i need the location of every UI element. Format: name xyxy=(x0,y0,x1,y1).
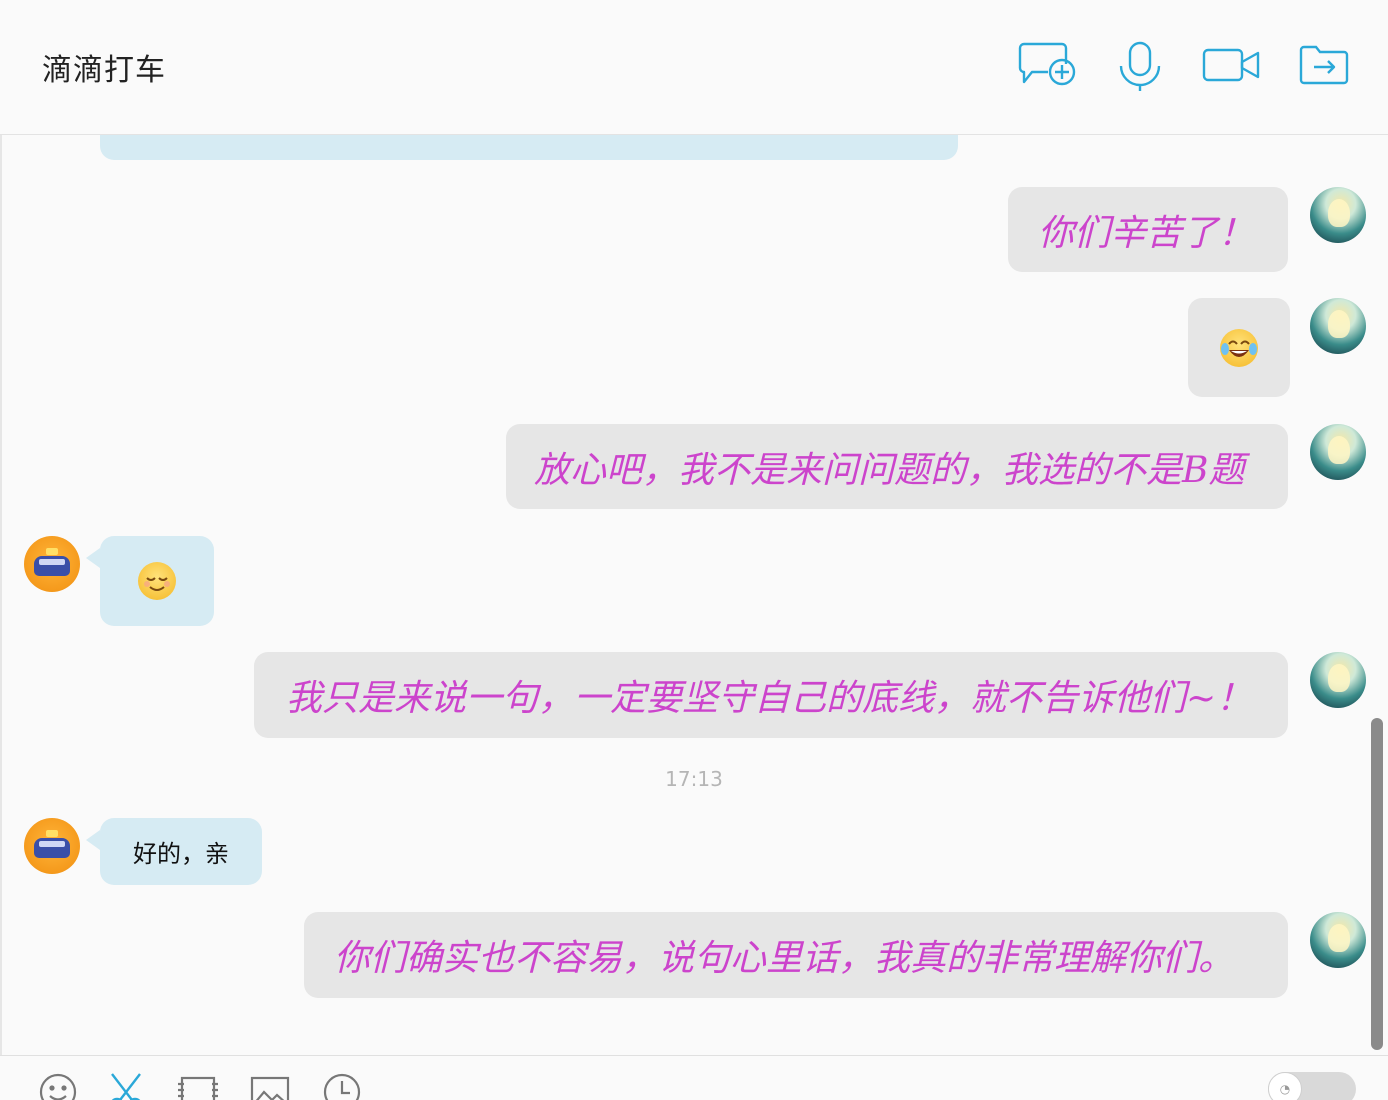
outgoing-message[interactable]: 放心吧，我不是来问问题的，我选的不是B题 xyxy=(506,424,1288,509)
message-timestamp: 17:13 xyxy=(665,767,723,791)
message-text: 你们确实也不容易，说句心里话，我真的非常理解你们。 xyxy=(334,938,1235,979)
message-text: 放心吧，我不是来问问题的，我选的不是B题 xyxy=(534,449,1245,491)
scrollbar-thumb[interactable] xyxy=(1371,718,1383,1050)
incoming-message[interactable]: 好的，亲 xyxy=(86,818,262,885)
message-bubble-partial xyxy=(100,135,958,160)
relieved-face-emoji xyxy=(138,562,176,600)
message-list[interactable]: 你们辛苦了！ 放心吧，我不是来问问题的，我选的不是B题 我只是来说一句，一定要坚… xyxy=(0,135,1388,1055)
screen-capture-icon[interactable] xyxy=(176,1072,220,1100)
user-avatar[interactable] xyxy=(1310,187,1366,243)
input-toolbar: ◔ xyxy=(0,1055,1388,1100)
emoji-icon[interactable] xyxy=(38,1072,78,1100)
chat-title: 滴滴打车 xyxy=(42,53,166,88)
history-clock-icon[interactable] xyxy=(322,1072,362,1100)
sound-wave-icon: ◔ xyxy=(1268,1072,1302,1100)
user-avatar[interactable] xyxy=(1310,424,1366,480)
microphone-icon[interactable] xyxy=(1115,40,1165,92)
message-text: 你们辛苦了！ xyxy=(1038,212,1255,254)
voice-toggle[interactable]: ◔ xyxy=(1268,1072,1356,1100)
outgoing-message[interactable]: 你们确实也不容易，说句心里话，我真的非常理解你们。 xyxy=(304,912,1288,998)
new-chat-icon[interactable] xyxy=(1018,40,1078,88)
message-text: 我只是来说一句，一定要坚守自己的底线，就不告诉他们~！ xyxy=(286,678,1253,719)
outgoing-message[interactable]: 你们辛苦了！ xyxy=(1008,187,1288,272)
image-icon[interactable] xyxy=(250,1072,290,1100)
outgoing-message[interactable]: 我只是来说一句，一定要坚守自己的底线，就不告诉他们~！ xyxy=(254,652,1288,738)
user-avatar[interactable] xyxy=(1310,298,1366,354)
message-text: 好的，亲 xyxy=(133,840,229,868)
contact-avatar[interactable] xyxy=(24,818,80,874)
tears-of-joy-emoji xyxy=(1220,328,1258,367)
share-icon[interactable] xyxy=(1298,44,1350,86)
chat-window: 滴滴打车 你们辛苦了！ 放心吧，我不是来问问题的，我选的不是B题 我只是来说一句… xyxy=(0,0,1388,1100)
user-avatar[interactable] xyxy=(1310,912,1366,968)
incoming-message[interactable] xyxy=(86,536,214,626)
outgoing-message[interactable] xyxy=(1188,298,1290,397)
user-avatar[interactable] xyxy=(1310,652,1366,708)
chat-header: 滴滴打车 xyxy=(0,0,1388,135)
scissors-icon[interactable] xyxy=(106,1072,146,1100)
contact-avatar[interactable] xyxy=(24,536,80,592)
video-camera-icon[interactable] xyxy=(1202,48,1262,84)
